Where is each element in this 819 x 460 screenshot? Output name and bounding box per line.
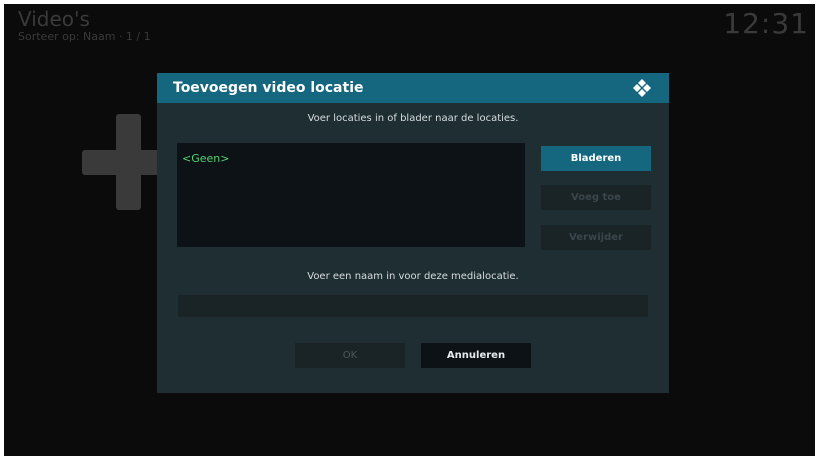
- screen: Video's Sorteer op: Naam · 1 / 1 12:31 T…: [4, 4, 815, 456]
- remove-path-button[interactable]: Verwijder: [541, 225, 651, 250]
- path-item[interactable]: <Geen>: [182, 152, 229, 165]
- browse-button[interactable]: Bladeren: [541, 146, 651, 171]
- source-name-field[interactable]: [178, 295, 648, 317]
- dialog-header: Toevoegen video locatie: [157, 73, 669, 103]
- paths-hint: Voer locaties in of blader naar de locat…: [307, 113, 519, 124]
- dialog-title: Toevoegen video locatie: [173, 80, 364, 96]
- name-hint: Voer een naam in voor deze medialocatie.: [307, 271, 519, 282]
- clock: 12:31: [723, 7, 809, 40]
- add-video-source-dialog: Toevoegen video locatie Voer locaties in…: [157, 73, 669, 393]
- add-path-button[interactable]: Voeg toe: [541, 185, 651, 210]
- window-title: Video's: [18, 7, 90, 31]
- sort-info: Sorteer op: Naam · 1 / 1: [18, 30, 151, 43]
- ok-button[interactable]: OK: [295, 343, 405, 368]
- cancel-button[interactable]: Annuleren: [421, 343, 531, 368]
- paths-list[interactable]: <Geen>: [177, 143, 525, 247]
- kodi-logo-icon: [633, 79, 651, 97]
